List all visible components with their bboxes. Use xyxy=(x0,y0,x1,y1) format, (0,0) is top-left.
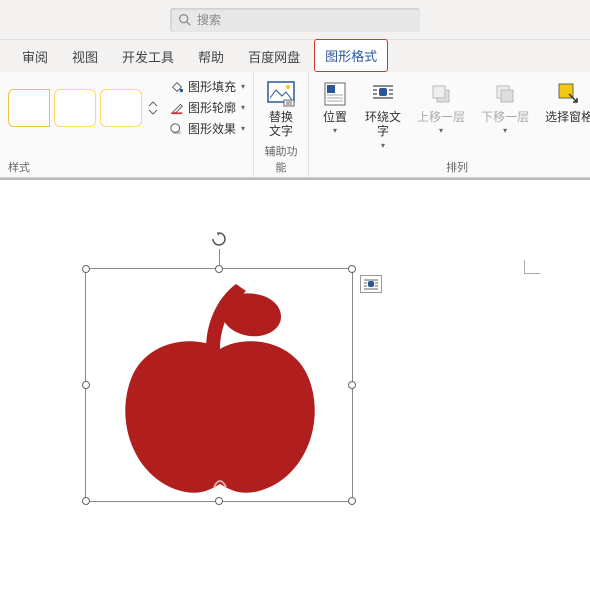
search-icon xyxy=(178,13,191,26)
style-preset-2[interactable] xyxy=(54,89,96,127)
chevron-up-icon xyxy=(148,100,158,108)
send-backward-icon xyxy=(491,80,519,108)
wrap-text-icon xyxy=(369,80,397,108)
handle-top-mid[interactable] xyxy=(215,265,223,273)
rotate-icon xyxy=(211,231,227,247)
shape-effects-button[interactable]: 图形效果▾ xyxy=(170,120,245,137)
rotate-handle[interactable] xyxy=(211,231,227,247)
document-canvas[interactable] xyxy=(0,178,590,603)
send-backward-button[interactable]: 下移一层▾ xyxy=(477,78,533,137)
bring-forward-button[interactable]: 上移一层▾ xyxy=(413,78,469,137)
handle-bot-mid[interactable] xyxy=(215,497,223,505)
group-label-accessibility: 辅助功能 xyxy=(262,143,300,175)
paint-bucket-icon xyxy=(170,80,184,94)
page-corner-mark xyxy=(524,260,540,274)
group-label-arrange: 排列 xyxy=(446,159,468,175)
style-preset-3[interactable] xyxy=(100,89,142,127)
pen-outline-icon xyxy=(170,101,184,115)
style-gallery-more[interactable] xyxy=(148,89,158,127)
bring-forward-icon xyxy=(427,80,455,108)
chevron-down-icon xyxy=(148,108,158,116)
handle-mid-right[interactable] xyxy=(348,381,356,389)
group-arrange: 位置▾ 环绕文 字▾ 上移一层▾ 下移一层▾ 选择窗格 排列 xyxy=(309,72,590,177)
tab-view[interactable]: 视图 xyxy=(62,41,108,72)
group-accessibility: 替换 文字 辅助功能 xyxy=(254,72,309,177)
style-preset-1[interactable] xyxy=(8,89,50,127)
tab-shape-format[interactable]: 图形格式 xyxy=(314,39,388,72)
effects-icon xyxy=(170,122,184,136)
ribbon-tabs: 审阅 视图 开发工具 帮助 百度网盘 图形格式 xyxy=(0,40,590,72)
group-styles: 图形填充▾ 图形轮廓▾ 图形效果▾ 样式 xyxy=(0,72,254,177)
layout-options-button[interactable] xyxy=(360,275,382,293)
selection-pane-icon xyxy=(555,80,583,108)
wrap-text-button[interactable]: 环绕文 字▾ xyxy=(361,78,405,152)
handle-mid-left[interactable] xyxy=(82,381,90,389)
selection-pane-button[interactable]: 选择窗格 xyxy=(541,78,590,126)
shape-fill-button[interactable]: 图形填充▾ xyxy=(170,78,245,95)
search-box[interactable]: 搜索 xyxy=(170,8,420,32)
handle-bot-left[interactable] xyxy=(82,497,90,505)
position-icon xyxy=(321,80,349,108)
rotate-connector xyxy=(219,249,220,265)
ribbon: 图形填充▾ 图形轮廓▾ 图形效果▾ 样式 替换 文字 辅助功能 xyxy=(0,72,590,178)
search-placeholder: 搜索 xyxy=(197,11,221,28)
tab-baidu[interactable]: 百度网盘 xyxy=(238,41,310,72)
apple-body xyxy=(125,341,314,492)
tab-devtools[interactable]: 开发工具 xyxy=(112,41,184,72)
position-button[interactable]: 位置▾ xyxy=(317,78,353,137)
shape-selection-box[interactable] xyxy=(85,268,353,502)
alt-text-button[interactable]: 替换 文字 xyxy=(262,78,300,141)
handle-top-right[interactable] xyxy=(348,265,356,273)
handle-top-left[interactable] xyxy=(82,265,90,273)
apple-shape[interactable] xyxy=(106,279,334,493)
wrap-text-small-icon xyxy=(363,278,379,290)
title-search-bar: 搜索 xyxy=(0,0,590,40)
tab-help[interactable]: 帮助 xyxy=(188,41,234,72)
handle-bot-right[interactable] xyxy=(348,497,356,505)
group-label-styles: 样式 xyxy=(8,159,30,175)
alt-text-icon xyxy=(266,80,296,108)
shape-outline-button[interactable]: 图形轮廓▾ xyxy=(170,99,245,116)
tab-review[interactable]: 审阅 xyxy=(12,41,58,72)
